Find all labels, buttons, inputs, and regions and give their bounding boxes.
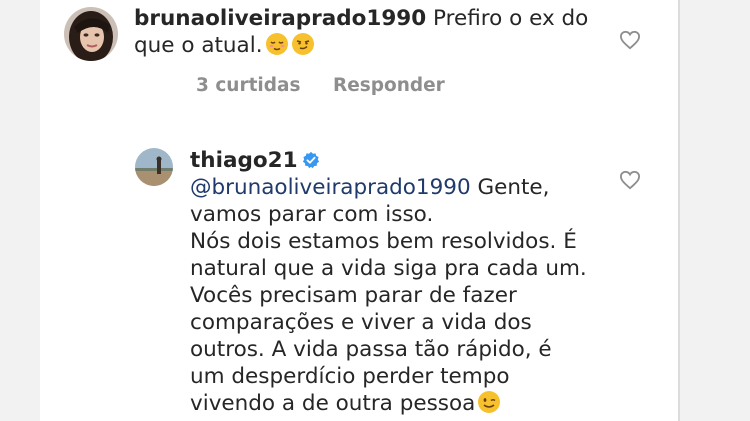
verified-badge-icon <box>302 151 319 169</box>
comment-2-body: thiago21 @brunaoliveiraprado1990 Gente, … <box>190 147 587 417</box>
comment-text: Vocês precisam parar de fazer <box>190 283 517 308</box>
reply-button[interactable]: Responder <box>333 75 445 96</box>
comment-text: vivendo a de outra pessoa <box>190 391 476 416</box>
comment-text: outros. A vida passa tão rápido, é <box>190 337 552 362</box>
comment-text: Prefiro o ex do <box>426 6 589 31</box>
likes-count[interactable]: 3 curtidas <box>196 75 301 96</box>
winking-face-emoji <box>478 391 501 413</box>
comment-username[interactable]: thiago21 <box>190 148 298 173</box>
heart-icon[interactable] <box>619 170 641 190</box>
heart-icon[interactable] <box>619 30 641 50</box>
avatar-thiago21[interactable] <box>135 148 173 186</box>
comment-text: vamos parar com isso. <box>190 202 434 227</box>
comment-1-body: brunaoliveiraprado1990 Prefiro o ex do q… <box>134 5 588 59</box>
comment-text: Gente, <box>470 175 550 200</box>
comment-text: que o atual. <box>134 33 263 58</box>
comment-username[interactable]: brunaoliveiraprado1990 <box>134 6 426 31</box>
comment-text: um desperdício perder tempo <box>190 364 510 389</box>
avatar-brunaoliveiraprado1990[interactable] <box>64 7 118 61</box>
relieved-face-emoji <box>265 33 288 55</box>
comment-text: Nós dois estamos bem resolvidos. É <box>190 229 577 254</box>
mention-link[interactable]: @brunaoliveiraprado1990 <box>190 175 471 200</box>
comment-1-actions: 3 curtidas Responder <box>196 75 471 96</box>
smirking-face-emoji <box>291 33 314 55</box>
comment-text: comparações e viver a vida dos <box>190 310 532 335</box>
left-margin <box>0 0 40 421</box>
comment-text: natural que a vida siga pra cada um. <box>190 256 587 281</box>
right-margin <box>680 0 750 421</box>
